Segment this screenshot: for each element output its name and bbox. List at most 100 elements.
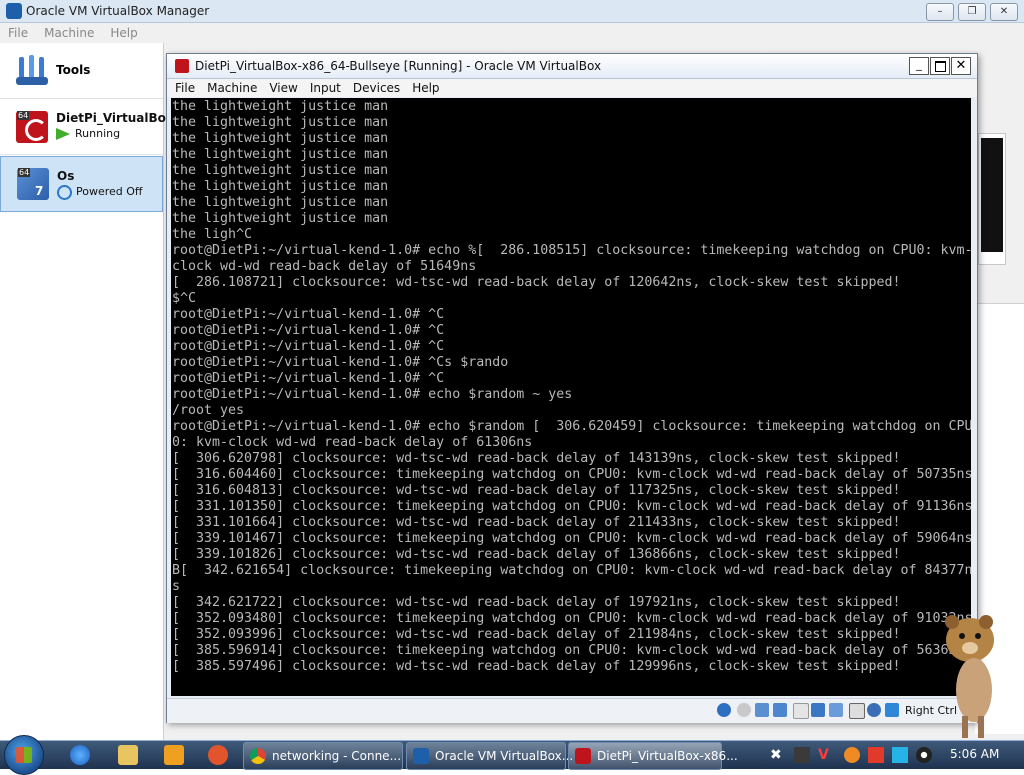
terminal-line: the ligh^C [172, 227, 253, 242]
terminal-line: the lightweight justice man [172, 195, 389, 210]
sidebar-item-tools[interactable]: Tools [0, 43, 163, 99]
tray-v-icon[interactable]: V [818, 747, 834, 763]
display-icon[interactable] [829, 703, 843, 717]
recording-icon[interactable] [849, 703, 865, 719]
terminal-line: /root yes [172, 403, 245, 418]
menu-file[interactable]: File [8, 23, 28, 43]
vm-close-button[interactable]: ✕ [951, 57, 971, 75]
terminal-line: the lightweight justice man [172, 131, 389, 146]
start-button[interactable] [4, 735, 44, 775]
manager-title: Oracle VM VirtualBox Manager [26, 4, 210, 18]
vm-title-bar[interactable]: DietPi_VirtualBox-x86_64-Bullseye [Runni… [167, 54, 977, 79]
terminal-line: root@DietPi:~/virtual-kend-1.0# echo $ra… [172, 387, 573, 402]
optical-drive-icon[interactable] [737, 703, 751, 717]
tray-search-icon[interactable] [844, 747, 860, 763]
terminal-line: [ 306.620798] clocksource: wd-tsc-wd rea… [172, 451, 901, 466]
taskbar-button-dietpi-vm[interactable]: DietPi_VirtualBox-x86... [568, 742, 738, 770]
tray-flag-icon[interactable] [868, 747, 884, 763]
media-player-icon[interactable] [164, 745, 184, 765]
taskbar-button-chrome[interactable]: networking - Conne... [243, 742, 403, 770]
manager-menu-bar: File Machine Help [0, 23, 1024, 43]
close-button[interactable]: ✕ [990, 3, 1018, 21]
terminal-line: [ 385.597496] clocksource: wd-tsc-wd rea… [172, 659, 901, 674]
vm-menu-view[interactable]: View [269, 79, 297, 97]
vm-maximize-button[interactable] [930, 57, 950, 75]
terminal-line: the lightweight justice man [172, 163, 389, 178]
terminal-line: root@DietPi:~/virtual-kend-1.0# echo %[ … [172, 243, 971, 258]
terminal-line: the lightweight justice man [172, 99, 389, 114]
tools-label: Tools [56, 63, 91, 77]
vm-status-bar: Right Ctrl [167, 698, 977, 723]
manager-title-bar[interactable]: Oracle VM VirtualBox Manager – ❐ ✕ [0, 0, 1024, 23]
vm-menu-machine[interactable]: Machine [207, 79, 257, 97]
virtualbox-icon [413, 748, 429, 764]
terminal-line: [ 352.093996] clocksource: wd-tsc-wd rea… [172, 627, 901, 642]
tray-app-icon[interactable] [794, 747, 810, 763]
windows-logo-icon [16, 747, 32, 763]
terminal-line: root@DietPi:~/virtual-kend-1.0# ^C [172, 339, 445, 354]
terminal-line: [ 339.101467] clocksource: timekeeping w… [172, 531, 971, 546]
terminal-line: [ 342.621722] clocksource: wd-tsc-wd rea… [172, 595, 901, 610]
terminal-line: the lightweight justice man [172, 115, 389, 130]
terminal-line: root@DietPi:~/virtual-kend-1.0# ^C [172, 371, 445, 386]
terminal-line: root@DietPi:~/virtual-kend-1.0# echo $ra… [172, 419, 971, 434]
terminal-line: [ 316.604813] clocksource: wd-tsc-wd rea… [172, 483, 901, 498]
terminal-line: s [172, 579, 181, 594]
tray-monitor-icon[interactable] [892, 747, 908, 763]
taskbar: networking - Conne... Oracle VM VirtualB… [0, 735, 1024, 775]
tray-volume-icon[interactable] [916, 747, 932, 763]
power-off-icon [57, 185, 72, 200]
sidebar-item-os[interactable]: 64 7 Os Powered Off [0, 156, 163, 212]
audio-icon[interactable] [755, 703, 769, 717]
terminal-line: the lightweight justice man [172, 179, 389, 194]
terminal-output: the lightweight justice man the lightwei… [172, 99, 971, 675]
terminal-line: 0: kvm-clock wd-wd read-back delay of 61… [172, 435, 533, 450]
hard-disk-icon[interactable] [717, 703, 731, 717]
usb-icon[interactable] [793, 703, 809, 719]
vm-state: Running [75, 127, 121, 140]
terminal-line: the lightweight justice man [172, 211, 389, 226]
vm-menu-help[interactable]: Help [412, 79, 439, 97]
terminal-line: the lightweight justice man [172, 147, 389, 162]
terminal-line: [ 331.101664] clocksource: wd-tsc-wd rea… [172, 515, 901, 530]
hamster-mascot-icon [945, 615, 994, 738]
shared-folders-icon[interactable] [811, 703, 825, 717]
vm-console[interactable]: the lightweight justice man the lightwei… [171, 98, 971, 696]
menu-machine[interactable]: Machine [44, 23, 94, 43]
vm-list-sidebar: Tools 64 DietPi_VirtualBox-x Running 64 … [0, 43, 186, 740]
vm-state: Powered Off [76, 185, 143, 198]
file-explorer-icon[interactable] [118, 745, 138, 765]
running-arrow-icon [56, 128, 70, 140]
chrome-icon [250, 748, 266, 764]
maximize-button[interactable]: ❐ [958, 3, 986, 21]
cpu-icon[interactable] [867, 703, 881, 717]
taskbar-clock[interactable]: 5:06 AM [950, 747, 999, 761]
vm-menu-bar: File Machine View Input Devices Help [167, 79, 977, 97]
vm-menu-devices[interactable]: Devices [353, 79, 400, 97]
vm-menu-input[interactable]: Input [310, 79, 341, 97]
terminal-line: [ 316.604460] clocksource: timekeeping w… [172, 467, 971, 482]
preview-frame [978, 133, 1006, 265]
debian-icon [575, 748, 591, 764]
mouse-integration-icon[interactable] [885, 703, 899, 717]
windows7-icon: 64 7 [17, 168, 49, 200]
terminal-line: root@DietPi:~/virtual-kend-1.0# ^Cs $ran… [172, 355, 509, 370]
minimize-button[interactable]: – [926, 3, 954, 21]
terminal-line: [ 385.596914] clocksource: timekeeping w… [172, 643, 971, 658]
internet-explorer-icon[interactable] [70, 745, 90, 765]
virtualbox-app-icon [6, 3, 22, 19]
vm-minimize-button[interactable]: _ [909, 57, 929, 75]
menu-help[interactable]: Help [110, 23, 137, 43]
terminal-line: root@DietPi:~/virtual-kend-1.0# ^C [172, 323, 445, 338]
vm-window-title: DietPi_VirtualBox-x86_64-Bullseye [Runni… [195, 59, 602, 73]
tray-close-x-icon[interactable]: ✖ [770, 747, 786, 763]
network-icon[interactable] [773, 703, 787, 717]
sidebar-item-dietpi[interactable]: 64 DietPi_VirtualBox-x Running [0, 99, 186, 155]
tools-icon [16, 55, 48, 85]
terminal-line: [ 352.093480] clocksource: timekeeping w… [172, 611, 971, 626]
app-quicklaunch-icon[interactable] [208, 745, 228, 765]
vm-menu-file[interactable]: File [175, 79, 195, 97]
taskbar-button-virtualbox-manager[interactable]: Oracle VM VirtualBox... [406, 742, 573, 770]
terminal-line: [ 331.101350] clocksource: timekeeping w… [172, 499, 971, 514]
debian-icon [175, 59, 189, 73]
